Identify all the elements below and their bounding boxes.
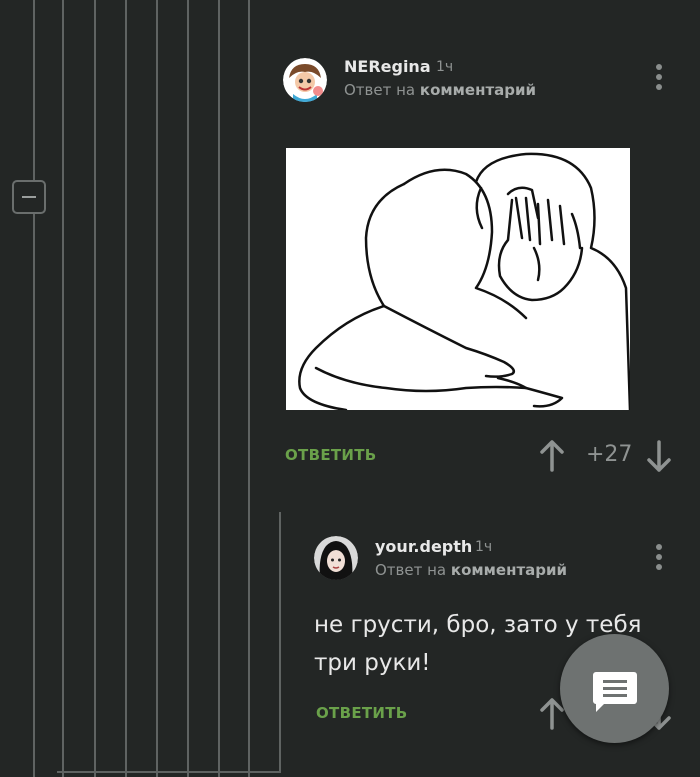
- comment-time: 1ч: [436, 59, 454, 75]
- reply-to-text: Ответ на комментарий: [344, 81, 536, 99]
- arrow-down-icon[interactable]: [647, 440, 671, 476]
- reply-prefix: Ответ на: [375, 561, 447, 579]
- rating-value: +27: [586, 442, 633, 467]
- avatar[interactable]: [283, 58, 327, 102]
- reply-target-link[interactable]: комментарий: [420, 81, 536, 99]
- comment-author[interactable]: your.depth: [375, 537, 472, 556]
- reply-button[interactable]: ОТВЕТИТЬ: [316, 704, 408, 722]
- thread-line: [248, 0, 250, 777]
- comment-author[interactable]: NERegina: [344, 57, 431, 76]
- thread-line-bottom: [57, 771, 281, 773]
- thread-line: [218, 0, 220, 777]
- thread-line: [279, 512, 281, 772]
- comment-image[interactable]: [286, 148, 630, 410]
- minus-square-icon[interactable]: [12, 180, 46, 214]
- new-comment-fab[interactable]: [560, 634, 669, 743]
- avatar[interactable]: [314, 536, 358, 580]
- thread-line: [33, 0, 35, 777]
- kebab-menu-icon[interactable]: [655, 544, 663, 574]
- thread-line: [187, 0, 189, 777]
- reply-target-link[interactable]: комментарий: [451, 561, 567, 579]
- thread-line: [156, 0, 158, 777]
- thread-line: [125, 0, 127, 777]
- reply-prefix: Ответ на: [344, 81, 416, 99]
- reply-to-text: Ответ на комментарий: [375, 561, 567, 579]
- thread-line: [62, 0, 64, 777]
- kebab-menu-icon[interactable]: [655, 64, 663, 94]
- comment-time: 1ч: [475, 539, 493, 555]
- arrow-up-icon[interactable]: [540, 440, 564, 476]
- thread-line: [94, 0, 96, 777]
- message-icon: [593, 672, 637, 712]
- reply-button[interactable]: ОТВЕТИТЬ: [285, 446, 377, 464]
